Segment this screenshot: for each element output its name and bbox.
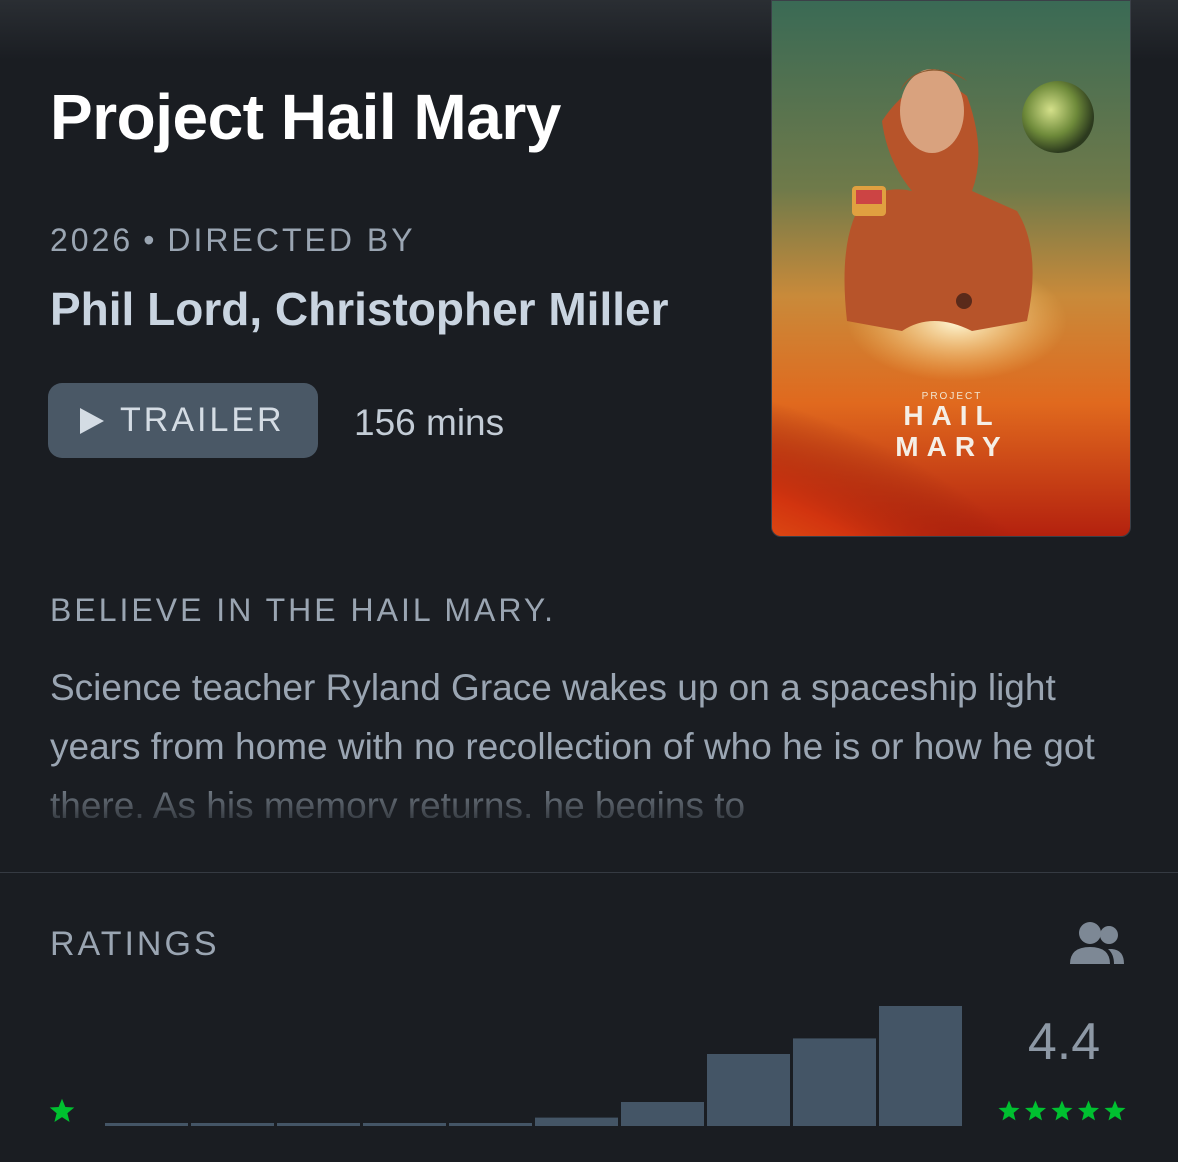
histogram-bar-8[interactable] <box>707 1054 790 1126</box>
histogram-bar-5[interactable] <box>449 1123 532 1126</box>
average-rating[interactable]: 4.4 <box>1000 1012 1128 1072</box>
star-icon <box>1025 1100 1046 1121</box>
histogram-bar-10[interactable] <box>879 1006 962 1126</box>
histogram-bar-9[interactable] <box>793 1038 876 1126</box>
histogram-bar-1[interactable] <box>105 1123 188 1126</box>
histogram-bar-4[interactable] <box>363 1123 446 1126</box>
star-icon-low <box>49 1098 75 1122</box>
histogram-bar-3[interactable] <box>277 1123 360 1126</box>
histogram-bar-7[interactable] <box>621 1102 704 1126</box>
ratings-histogram[interactable] <box>0 0 1178 1162</box>
star-icon <box>1051 1100 1073 1121</box>
star-icon <box>998 1100 1020 1121</box>
histogram-bar-2[interactable] <box>191 1123 274 1126</box>
star-icon <box>1078 1100 1099 1121</box>
five-star-icons <box>998 1100 1126 1121</box>
star-icon <box>1104 1100 1126 1121</box>
histogram-bar-6[interactable] <box>535 1117 618 1126</box>
